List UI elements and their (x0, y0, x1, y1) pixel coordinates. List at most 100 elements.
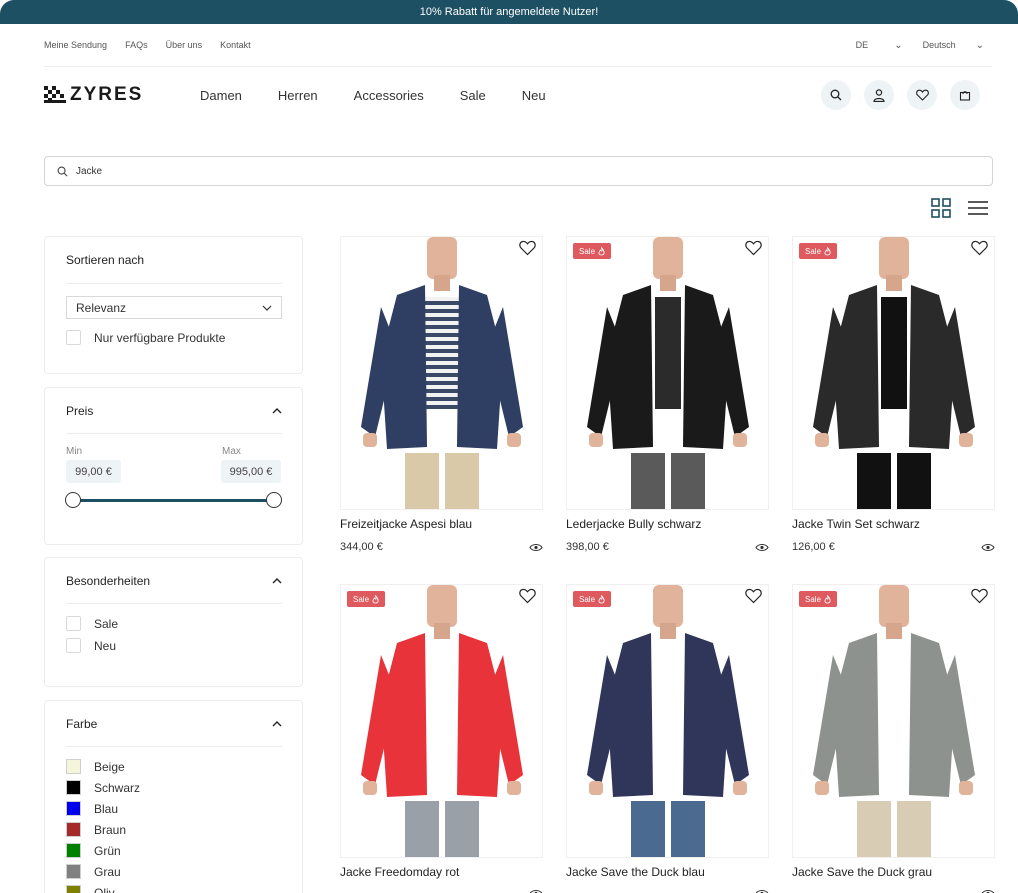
price-max-label: Max (222, 446, 241, 457)
nav-item-herren[interactable]: Herren (278, 88, 318, 103)
wishlist-button[interactable] (907, 80, 937, 110)
product-image[interactable]: Sale (792, 584, 995, 858)
price-min-label: Min (66, 446, 83, 457)
product-meta (340, 889, 543, 893)
language-select[interactable]: Deutsch (923, 40, 956, 50)
chevron-up-icon[interactable] (272, 577, 282, 584)
color-option[interactable]: Beige (66, 759, 125, 774)
chevron-up-icon[interactable] (272, 407, 282, 414)
locale-selectors: DE ⌄ Deutsch ⌄ (856, 40, 992, 51)
color-option[interactable]: Schwarz (66, 780, 140, 795)
sale-badge: Sale (347, 591, 386, 607)
price-max-input[interactable]: 995,00 € (221, 460, 281, 483)
heart-icon (915, 89, 929, 101)
panel-title: Sortieren nach (66, 253, 145, 267)
account-button[interactable] (864, 80, 894, 110)
product-name[interactable]: Jacke Save the Duck grau (792, 865, 995, 881)
checkbox-label: Nur verfügbare Produkte (94, 330, 226, 345)
eye-icon[interactable] (529, 543, 543, 552)
heart-icon[interactable] (519, 240, 536, 256)
color-panel-header[interactable]: Farbe (66, 701, 282, 747)
product-name[interactable]: Jacke Twin Set schwarz (792, 517, 995, 533)
color-swatch[interactable] (66, 864, 81, 879)
product-card[interactable]: Sale Lederjacke Bully schwarz 398,00 € (566, 236, 769, 553)
utility-link-contact[interactable]: Kontakt (220, 40, 251, 50)
price-min-handle[interactable] (65, 492, 81, 508)
product-card[interactable]: Sale Jacke Save the Duck grau (792, 584, 995, 893)
nav-item-accessories[interactable]: Accessories (354, 88, 424, 103)
product-card[interactable]: Sale Jacke Twin Set schwarz 126,00 € (792, 236, 995, 553)
checkbox[interactable] (66, 616, 81, 631)
bag-icon (959, 91, 971, 101)
price-panel-header[interactable]: Preis (66, 388, 282, 434)
eye-icon[interactable] (529, 889, 543, 893)
product-image[interactable]: Sale (792, 236, 995, 510)
nav-item-neu[interactable]: Neu (522, 88, 546, 103)
eye-icon[interactable] (755, 889, 769, 893)
search-input[interactable] (76, 165, 956, 177)
heart-icon[interactable] (745, 588, 762, 604)
features-panel-header[interactable]: Besonderheiten (66, 558, 282, 604)
product-image[interactable]: Sale (340, 584, 543, 858)
color-swatch[interactable] (66, 801, 81, 816)
color-swatch[interactable] (66, 822, 81, 837)
heart-icon[interactable] (745, 240, 762, 256)
utility-link-shipment[interactable]: Meine Sendung (44, 40, 107, 50)
color-option[interactable]: Grün (66, 843, 121, 858)
chevron-down-icon[interactable]: ⌄ (894, 40, 902, 51)
search-button[interactable] (821, 80, 851, 110)
panel-title: Preis (66, 403, 94, 418)
checkbox[interactable] (66, 638, 81, 653)
price-panel: Preis Min Max 99,00 € 995,00 € (44, 387, 303, 545)
grid-view-icon[interactable] (931, 198, 951, 218)
heart-icon[interactable] (519, 588, 536, 604)
cart-button[interactable] (950, 80, 980, 110)
eye-icon[interactable] (981, 889, 995, 893)
flame-icon (598, 594, 605, 603)
utility-link-about[interactable]: Über uns (166, 40, 203, 50)
sale-badge: Sale (573, 591, 612, 607)
product-image[interactable]: Sale (566, 236, 769, 510)
product-image[interactable] (340, 236, 543, 510)
feature-option-neu[interactable]: Neu (66, 638, 116, 653)
color-swatch[interactable] (66, 885, 81, 893)
product-card[interactable]: Freizeitjacke Aspesi blau 344,00 € (340, 236, 543, 553)
price-min-input[interactable]: 99,00 € (66, 460, 121, 483)
chevron-down-icon[interactable]: ⌄ (976, 40, 984, 51)
color-option[interactable]: Grau (66, 864, 121, 879)
price-max-handle[interactable] (266, 492, 282, 508)
product-name[interactable]: Lederjacke Bully schwarz (566, 517, 769, 533)
list-view-icon[interactable] (967, 200, 989, 216)
eye-icon[interactable] (981, 543, 995, 552)
view-toggle (931, 198, 989, 218)
product-card[interactable]: Sale Jacke Freedomday rot (340, 584, 543, 893)
eye-icon[interactable] (755, 543, 769, 552)
available-only-filter[interactable]: Nur verfügbare Produkte (66, 330, 225, 345)
color-label: Grün (94, 843, 121, 858)
color-label: Blau (94, 801, 119, 816)
nav-item-damen[interactable]: Damen (200, 88, 242, 103)
country-select[interactable]: DE (856, 40, 869, 50)
nav-item-sale[interactable]: Sale (460, 88, 486, 103)
heart-icon[interactable] (971, 240, 988, 256)
color-swatch[interactable] (66, 843, 81, 858)
product-name[interactable]: Jacke Freedomday rot (340, 865, 543, 881)
color-swatch[interactable] (66, 780, 81, 795)
product-image[interactable]: Sale (566, 584, 769, 858)
color-option[interactable]: Blau (66, 801, 118, 816)
heart-icon[interactable] (971, 588, 988, 604)
feature-option-sale[interactable]: Sale (66, 616, 118, 631)
color-option[interactable]: Oliv (66, 885, 115, 893)
product-name[interactable]: Freizeitjacke Aspesi blau (340, 517, 543, 533)
logo[interactable]: ZYRES (44, 84, 200, 106)
checkbox[interactable] (66, 330, 81, 345)
utility-link-faqs[interactable]: FAQs (125, 40, 148, 50)
utility-links: Meine Sendung FAQs Über uns Kontakt (44, 40, 251, 50)
flame-icon (372, 594, 379, 603)
product-card[interactable]: Sale Jacke Save the Duck blau (566, 584, 769, 893)
color-swatch[interactable] (66, 759, 81, 774)
color-option[interactable]: Braun (66, 822, 126, 837)
sort-select[interactable]: Relevanz (66, 296, 282, 319)
product-name[interactable]: Jacke Save the Duck blau (566, 865, 769, 881)
chevron-up-icon[interactable] (272, 720, 282, 727)
